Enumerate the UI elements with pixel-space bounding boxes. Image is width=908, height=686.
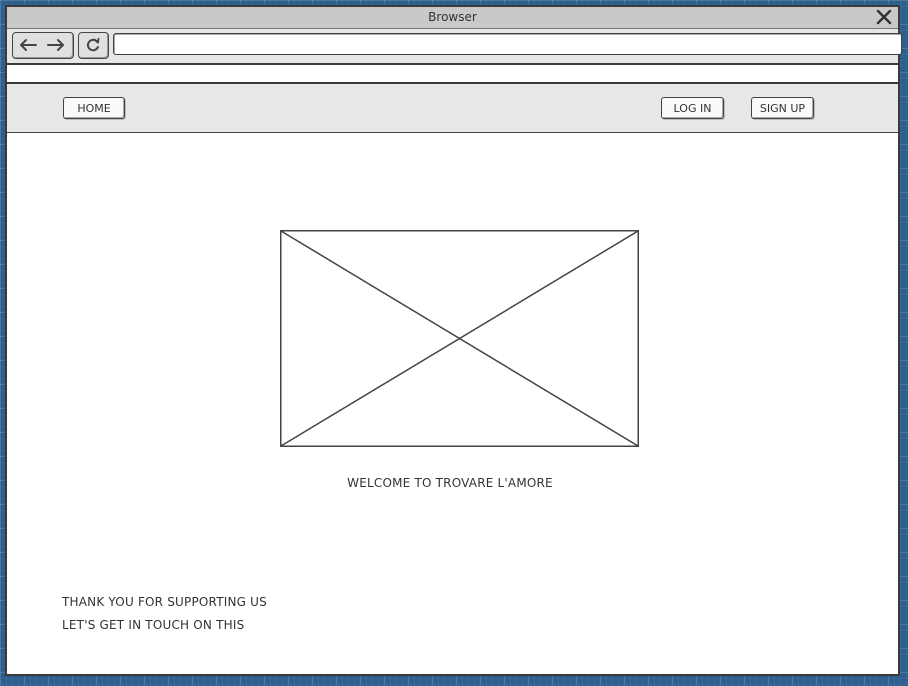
browser-window: Browser HOME LOG IN SIGN UP WELCOME TO T…: [5, 5, 902, 676]
window-title: Browser: [428, 10, 477, 24]
forward-button[interactable]: [45, 37, 67, 53]
reload-button[interactable]: [78, 32, 109, 59]
welcome-text: WELCOME TO TROVARE L'AMORE: [347, 476, 553, 490]
footer-thanks-text: THANK YOU FOR SUPPORTING US: [62, 595, 267, 609]
title-bar: Browser: [7, 7, 898, 29]
url-input[interactable]: [113, 33, 902, 55]
browser-toolbar: [7, 29, 902, 65]
forward-arrow-icon: [47, 39, 64, 51]
close-icon: [876, 9, 892, 25]
signup-button[interactable]: SIGN UP: [751, 97, 814, 119]
hero-image-placeholder: [280, 230, 639, 447]
image-placeholder-icon: [280, 230, 639, 447]
close-button[interactable]: [875, 8, 893, 26]
reload-icon: [86, 37, 100, 52]
home-button[interactable]: HOME: [63, 97, 125, 119]
bookmark-strip: [7, 65, 898, 84]
site-header: HOME LOG IN SIGN UP: [7, 84, 898, 133]
login-button[interactable]: LOG IN: [661, 97, 724, 119]
navigation-buttons: [12, 32, 74, 59]
footer-contact-text: LET'S GET IN TOUCH ON THIS: [62, 618, 245, 632]
back-arrow-icon: [20, 39, 37, 51]
back-button[interactable]: [17, 37, 39, 53]
